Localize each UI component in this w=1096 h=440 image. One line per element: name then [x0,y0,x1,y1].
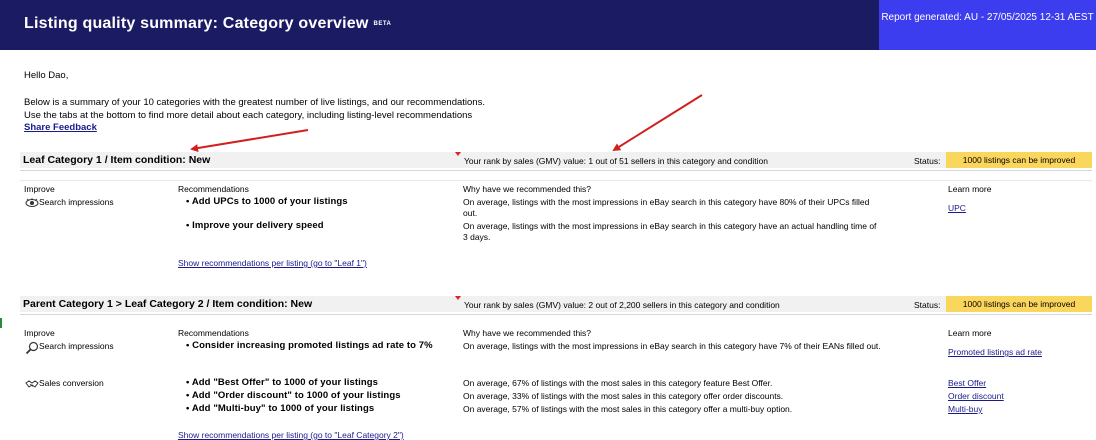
status-label: Status: [914,156,941,166]
category-title: Leaf Category 1 / Item condition: New [23,154,211,166]
column-header-improve: Improve [24,184,55,194]
recommendation-text: • Add "Order discount" to 1000 of your l… [186,390,401,401]
column-header-why: Why have we recommended this? [463,184,592,194]
recommendation-text: • Add "Multi-buy" to 1000 of your listin… [186,403,375,414]
column-header-recommendations: Recommendations [178,184,249,194]
divider [20,180,1092,181]
recommendation-reason: On average, listings with the most impre… [463,197,870,218]
share-feedback-link[interactable]: Share Feedback [24,122,97,133]
sales-rank-text: Your rank by sales (GMV) value: 1 out of… [464,156,768,166]
recommendation-reason: On average, 57% of listings with the mos… [463,404,793,414]
magnifier-icon [25,341,39,355]
column-header-recommendations: Recommendations [178,328,249,338]
recommendation-reason: On average, 67% of listings with the mos… [463,378,773,388]
annotation-arrows [190,94,703,152]
sales-rank-text: Your rank by sales (GMV) value: 2 out of… [464,300,780,310]
learn-more-link-order-discount[interactable]: Order discount [948,391,1004,401]
column-header-learn-more: Learn more [948,184,992,194]
recommendation-text: • Add UPCs to 1000 of your listings [186,196,348,207]
recommendation-text: • Consider increasing promoted listings … [186,340,433,351]
status-badge: 1000 listings can be improved [946,152,1092,168]
improve-area-label: Search impressions [39,341,114,351]
column-header-why: Why have we recommended this? [463,328,592,338]
show-recommendations-link[interactable]: Show recommendations per listing (go to … [178,430,404,440]
intro-line-2: Use the tabs at the bottom to find more … [24,110,473,121]
arrow-to-sales-rank [612,94,703,152]
intro-line-1: Below is a summary of your 10 categories… [24,97,485,108]
improve-area-label: Search impressions [39,197,114,207]
arrow-to-category-title [190,129,309,152]
recommendation-reason: On average, listings with the most impre… [463,341,881,351]
column-header-learn-more: Learn more [948,328,992,338]
category-band: Parent Category 1 > Leaf Category 2 / It… [20,296,1092,312]
comment-marker [455,296,461,300]
status-label: Status: [914,300,941,310]
show-recommendations-link[interactable]: Show recommendations per listing (go to … [178,258,367,268]
learn-more-link-promoted-listings[interactable]: Promoted listings ad rate [948,347,1042,357]
category-title: Parent Category 1 > Leaf Category 2 / It… [23,298,313,310]
recommendation-reason: On average, listings with the most impre… [463,221,877,242]
recommendation-reason: On average, 33% of listings with the mos… [463,391,784,401]
divider [20,314,1092,315]
recommendation-text: • Add "Best Offer" to 1000 of your listi… [186,377,379,388]
page-title-text: Listing quality summary: Category overvi… [24,15,369,32]
column-header-improve: Improve [24,328,55,338]
learn-more-link-best-offer[interactable]: Best Offer [948,378,986,388]
status-badge: 1000 listings can be improved [946,296,1092,312]
eye-icon [25,197,39,209]
learn-more-link-upc[interactable]: UPC [948,203,966,213]
greeting: Hello Dao, [24,70,69,81]
beta-badge: BETA [373,20,392,27]
report-generated-box: Report generated: AU - 27/05/2025 12-31 … [879,0,1096,50]
recommendation-text: • Improve your delivery speed [186,220,324,231]
improve-area-label: Sales conversion [39,378,104,388]
page-title: Listing quality summary: Category overvi… [24,15,391,33]
divider [20,170,1092,171]
category-band: Leaf Category 1 / Item condition: New Yo… [20,152,1092,168]
comment-marker [455,152,461,156]
row-marker [0,318,2,328]
handshake-icon [25,378,39,390]
learn-more-link-multi-buy[interactable]: Multi-buy [948,404,982,414]
